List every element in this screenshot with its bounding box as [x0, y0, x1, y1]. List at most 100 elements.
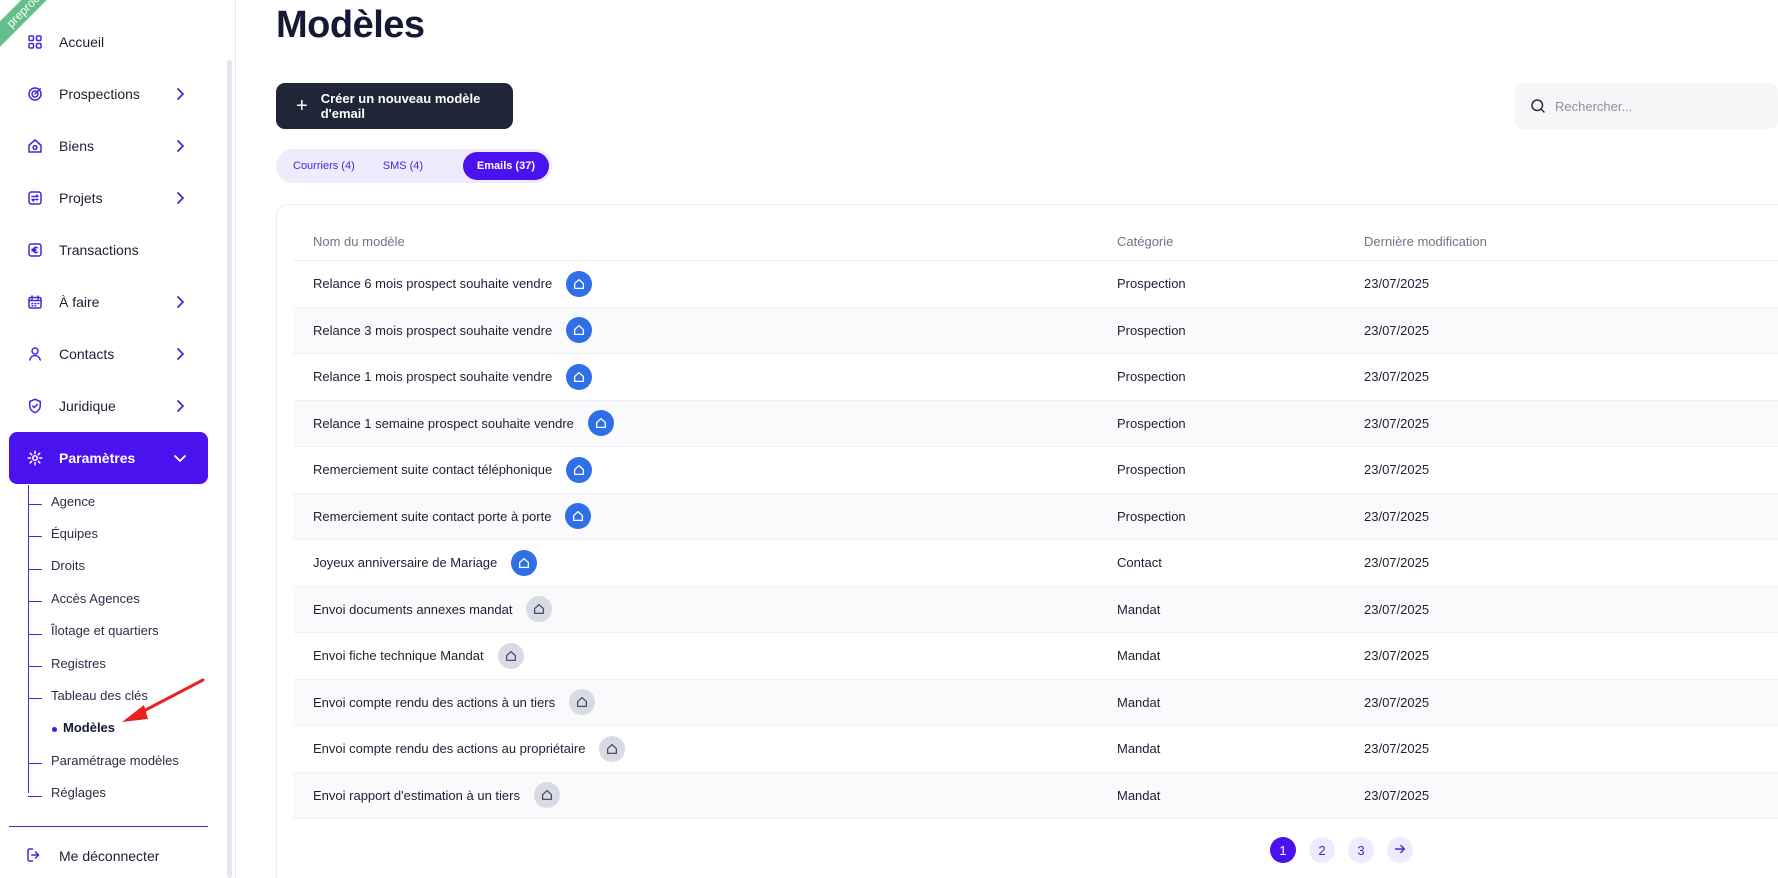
page-button-2[interactable]: 2 — [1309, 837, 1335, 863]
table-row[interactable]: Envoi documents annexes mandat Mandat 23/0… — [293, 586, 1778, 633]
subnav-item-tableau-des-cles[interactable]: Tableau des clés — [28, 679, 208, 711]
template-name[interactable]: Remerciement suite contact porte à porte — [313, 509, 551, 524]
tab-courriers[interactable]: Courriers (4) — [279, 152, 369, 180]
category-cell: Prospection — [1117, 276, 1186, 292]
sidebar-divider — [9, 826, 208, 827]
sidebar-item-a-faire[interactable]: À faire — [9, 276, 208, 328]
logout-button[interactable]: Me déconnecter — [9, 834, 208, 878]
template-name[interactable]: Remerciement suite contact téléphonique — [313, 462, 552, 477]
template-name-cell: Envoi compte rendu des actions au propri… — [313, 735, 626, 762]
template-name[interactable]: Relance 3 mois prospect souhaite vendre — [313, 323, 552, 338]
subnav-item-reglages[interactable]: Réglages — [28, 777, 208, 809]
sidebar-item-label: Accueil — [59, 34, 105, 50]
tab-emails[interactable]: Emails (37) — [462, 152, 549, 180]
calendar-icon — [25, 292, 45, 312]
house-icon — [566, 363, 593, 390]
category-cell: Prospection — [1117, 415, 1186, 431]
table-row[interactable]: Relance 6 mois prospect souhaite vendre P… — [293, 261, 1778, 308]
category-cell: Prospection — [1117, 369, 1186, 385]
plus-icon: + — [296, 95, 308, 117]
sidebar-item-contacts[interactable]: Contacts — [9, 328, 208, 380]
subnav-item-equipes[interactable]: Équipes — [28, 517, 208, 549]
sidebar-item-label: Transactions — [59, 242, 139, 258]
sidebar-item-parametres[interactable]: Paramètres — [9, 432, 208, 484]
template-name[interactable]: Envoi fiche technique Mandat — [313, 648, 484, 663]
table-body: Relance 6 mois prospect souhaite vendre P… — [293, 261, 1778, 819]
settings-subnav: Agence Équipes Droits Accès Agences Îlotage … — [28, 485, 208, 809]
table-row[interactable]: Remerciement suite contact porte à porte… — [293, 493, 1778, 540]
table-row[interactable]: Relance 1 semaine prospect souhaite vend… — [293, 400, 1778, 447]
page-button-1[interactable]: 1 — [1270, 837, 1296, 863]
date-cell: 23/07/2025 — [1364, 415, 1430, 431]
template-name[interactable]: Envoi rapport d'estimation à un tiers — [313, 788, 520, 803]
sidebar: preproc Accueil Prospections Biens Projets T… — [0, 0, 236, 878]
table-row[interactable]: Envoi fiche technique Mandat Mandat 23/07/… — [293, 633, 1778, 680]
template-name[interactable]: Envoi documents annexes mandat — [313, 602, 512, 617]
search-icon — [1529, 97, 1547, 115]
sidebar-scrollbar[interactable] — [227, 60, 232, 878]
template-name-cell: Envoi rapport d'estimation à un tiers — [313, 782, 560, 809]
sidebar-item-prospections[interactable]: Prospections — [9, 68, 208, 120]
table-row[interactable]: Envoi compte rendu des actions à un tier… — [293, 679, 1778, 726]
subnav-item-acces-agences[interactable]: Accès Agences — [28, 582, 208, 614]
house-icon — [533, 782, 560, 809]
column-header-category[interactable]: Catégorie — [1117, 234, 1173, 249]
column-header-date[interactable]: Dernière modification — [1364, 234, 1487, 249]
chevron-right-icon — [172, 86, 188, 102]
sidebar-item-label: Prospections — [59, 86, 140, 102]
table-row[interactable]: Joyeux anniversaire de Mariage Contact 23/… — [293, 540, 1778, 587]
subnav-item-droits[interactable]: Droits — [28, 550, 208, 582]
category-cell: Mandat — [1117, 648, 1161, 664]
next-page-button[interactable] — [1387, 837, 1413, 863]
user-icon — [25, 344, 45, 364]
template-name[interactable]: Envoi compte rendu des actions à un tier… — [313, 695, 555, 710]
chevron-right-icon — [172, 190, 188, 206]
template-name-cell: Relance 6 mois prospect souhaite vendre — [313, 270, 593, 297]
page-title: Modèles — [276, 4, 425, 46]
template-name[interactable]: Relance 6 mois prospect souhaite vendre — [313, 276, 552, 291]
house-icon — [599, 735, 626, 762]
chevron-down-icon — [172, 450, 188, 466]
create-button-label: Créer un nouveau modèle d'email — [320, 91, 481, 121]
sidebar-item-label: Projets — [59, 190, 103, 206]
sidebar-item-projets[interactable]: Projets — [9, 172, 208, 224]
active-dot — [52, 726, 57, 732]
house-icon — [566, 456, 593, 483]
arrow-right-icon — [1393, 842, 1407, 859]
table-row[interactable]: Envoi compte rendu des actions au propri… — [293, 726, 1778, 773]
page-button-3[interactable]: 3 — [1348, 837, 1374, 863]
create-email-template-button[interactable]: + Créer un nouveau modèle d'email — [276, 83, 513, 129]
sidebar-item-accueil[interactable]: Accueil — [9, 16, 208, 68]
column-header-name[interactable]: Nom du modèle — [313, 234, 405, 249]
table-row[interactable]: Relance 3 mois prospect souhaite vendre P… — [293, 307, 1778, 354]
subnav-item-modeles[interactable]: Modèles — [28, 712, 208, 744]
date-cell: 23/07/2025 — [1364, 276, 1430, 292]
template-name[interactable]: Relance 1 semaine prospect souhaite vend… — [313, 416, 574, 431]
main-content: Modèles + Créer un nouveau modèle d'emai… — [236, 0, 1778, 878]
chevron-right-icon — [172, 398, 188, 414]
house-icon — [526, 596, 553, 623]
sidebar-item-transactions[interactable]: Transactions — [9, 224, 208, 276]
table-row[interactable]: Remerciement suite contact téléphonique P… — [293, 447, 1778, 494]
pagination: 123 — [1270, 837, 1413, 863]
template-name[interactable]: Envoi compte rendu des actions au propri… — [313, 741, 585, 756]
house-icon — [566, 317, 593, 344]
date-cell: 23/07/2025 — [1364, 555, 1430, 571]
subnav-item-registres[interactable]: Registres — [28, 647, 208, 679]
subnav-item-parametrage-modeles[interactable]: Paramétrage modèles — [28, 744, 208, 776]
table-row[interactable]: Relance 1 mois prospect souhaite vendre P… — [293, 354, 1778, 401]
template-name[interactable]: Joyeux anniversaire de Mariage — [313, 555, 497, 570]
template-name[interactable]: Relance 1 mois prospect souhaite vendre — [313, 369, 552, 384]
tab-sms[interactable]: SMS (4) — [369, 152, 437, 180]
house-icon — [497, 642, 524, 669]
category-cell: Mandat — [1117, 601, 1161, 617]
date-cell: 23/07/2025 — [1364, 694, 1430, 710]
table-row[interactable]: Envoi rapport d'estimation à un tiers Man… — [293, 772, 1778, 819]
sidebar-item-biens[interactable]: Biens — [9, 120, 208, 172]
subnav-item-ilotage-et-quartiers[interactable]: Îlotage et quartiers — [28, 615, 208, 647]
subnav-item-agence[interactable]: Agence — [28, 485, 208, 517]
swap-icon — [25, 188, 45, 208]
search-input[interactable] — [1555, 98, 1755, 114]
sidebar-item-juridique[interactable]: Juridique — [9, 380, 208, 432]
chevron-right-icon — [172, 138, 188, 154]
